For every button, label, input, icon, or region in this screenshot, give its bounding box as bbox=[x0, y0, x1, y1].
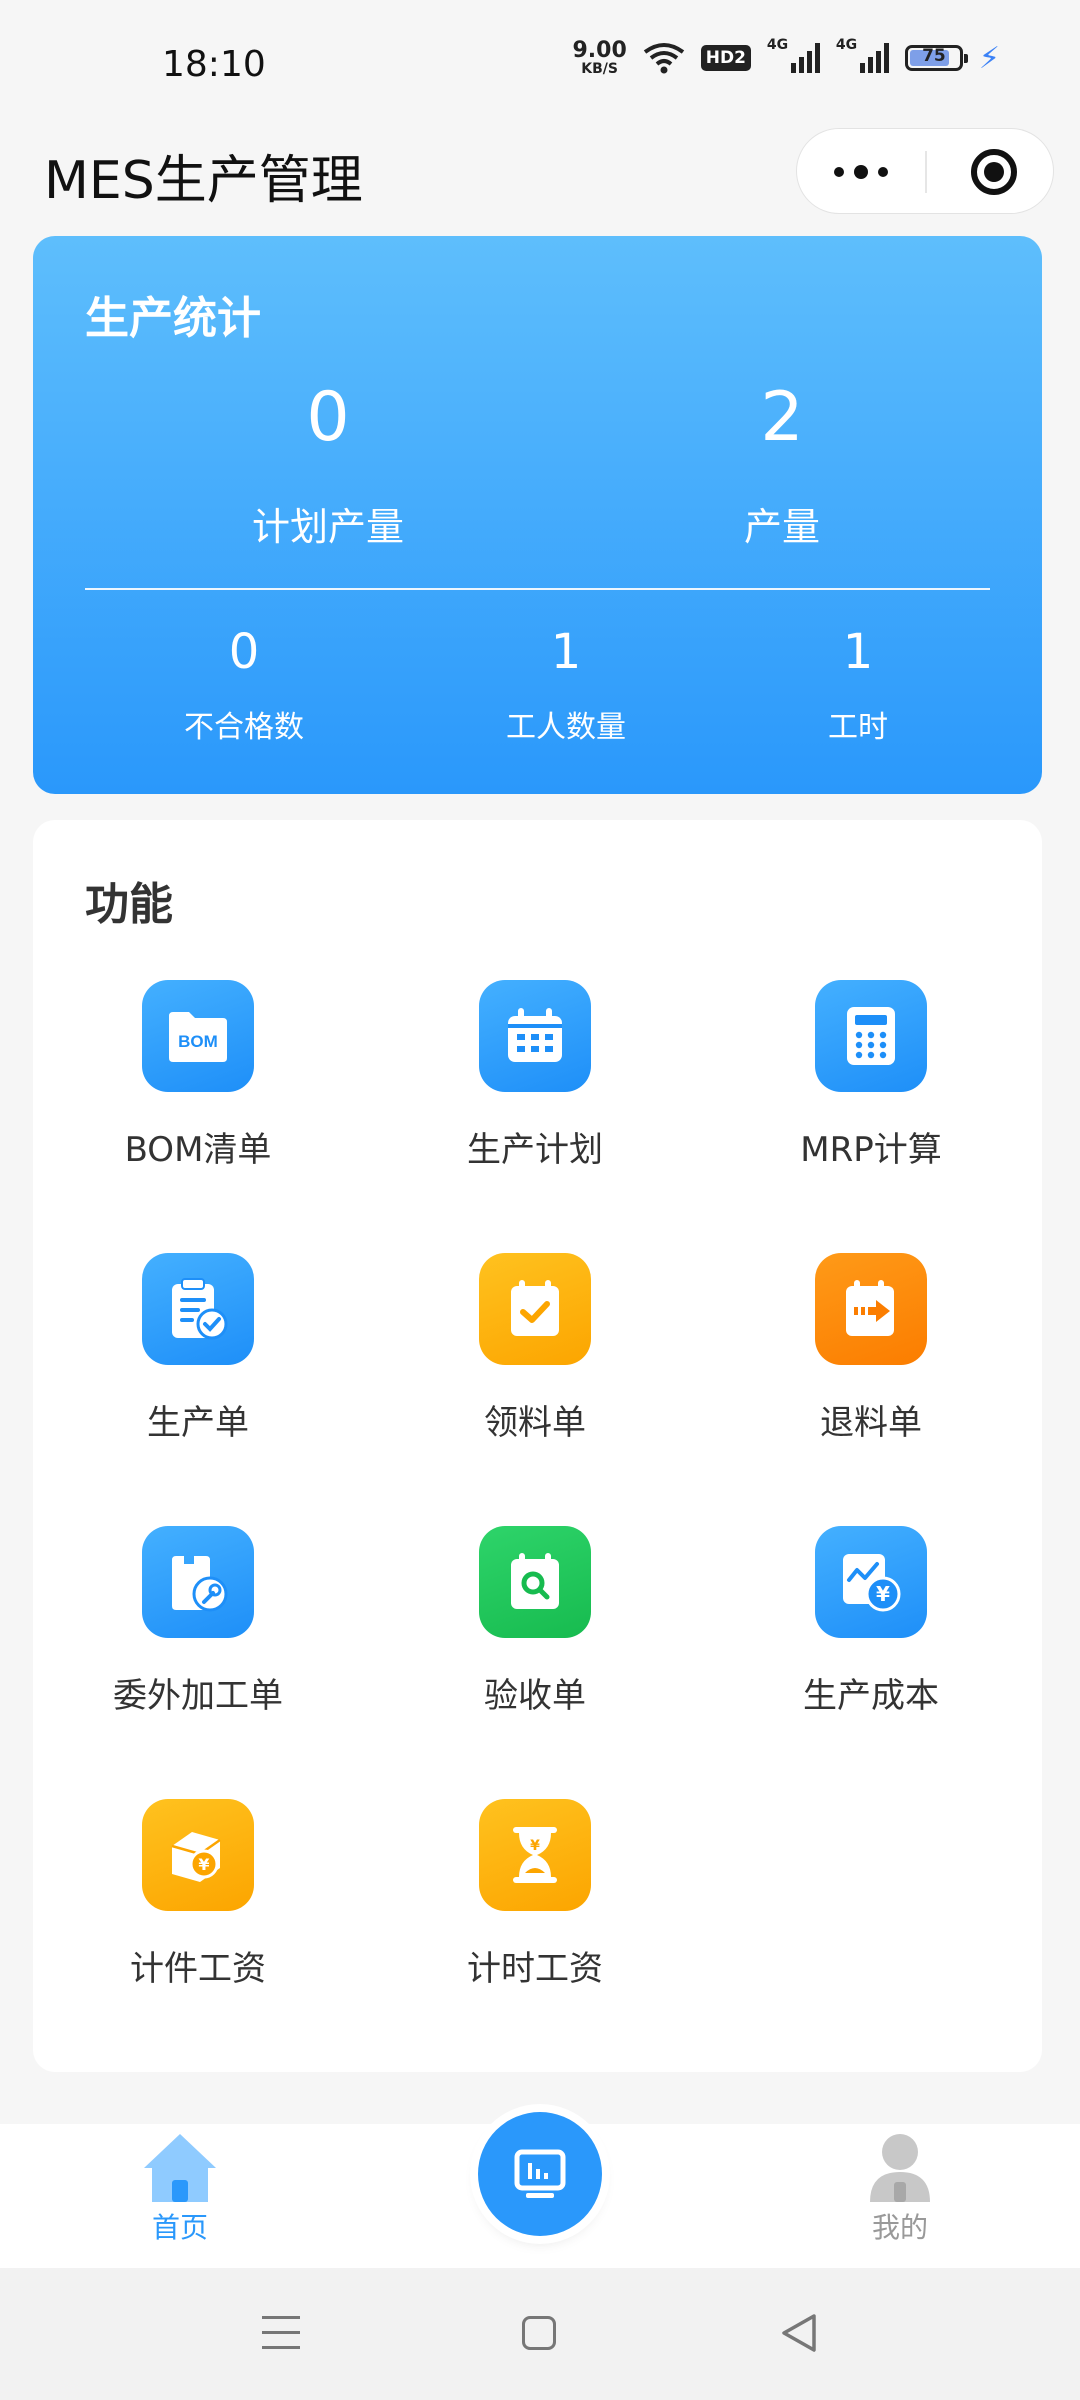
page-title: MES生产管理 bbox=[44, 151, 363, 211]
func-outsource-order[interactable]: 委外加工单 bbox=[48, 1526, 348, 1717]
tab-home-label: 首页 bbox=[151, 2211, 208, 2244]
tab-mine[interactable]: 我的 bbox=[800, 2132, 1000, 2246]
func-label: 生产计划 bbox=[467, 1130, 603, 1170]
stat-value: 2 bbox=[760, 378, 804, 457]
func-label: 委外加工单 bbox=[113, 1676, 283, 1716]
stat-value: 0 bbox=[306, 378, 350, 457]
charging-bolt-icon: ⚡ bbox=[978, 40, 1000, 76]
tab-home[interactable]: 首页 bbox=[80, 2132, 280, 2246]
stat-defects: 0 不合格数 bbox=[94, 628, 394, 746]
stat-label: 工人数量 bbox=[506, 710, 626, 745]
stat-label: 计划产量 bbox=[251, 505, 404, 549]
net-speed: 9.00 KB/S bbox=[572, 38, 627, 77]
func-mrp-calc[interactable]: MRP计算 bbox=[721, 980, 1021, 1171]
func-label: 计时工资 bbox=[467, 1949, 603, 1989]
svg-text:¥: ¥ bbox=[876, 1582, 890, 1606]
home-nav-button[interactable] bbox=[522, 2316, 556, 2350]
clipboard-check-icon bbox=[142, 1253, 254, 1365]
func-acceptance-order[interactable]: 验收单 bbox=[385, 1526, 685, 1717]
stat-workers: 1 工人数量 bbox=[416, 628, 716, 746]
piece-wage-box-icon: ¥ bbox=[142, 1799, 254, 1911]
outsource-wrench-icon bbox=[142, 1526, 254, 1638]
signal-icon-2: 4G bbox=[836, 37, 889, 73]
dashboard-monitor-icon bbox=[514, 2149, 566, 2198]
close-mini-program-button[interactable] bbox=[971, 149, 1017, 195]
recent-apps-button[interactable] bbox=[262, 2316, 300, 2361]
stat-value: 1 bbox=[550, 624, 582, 680]
func-hourly-wage[interactable]: ¥ 计时工资 bbox=[385, 1799, 685, 1990]
stats-title: 生产统计 bbox=[85, 293, 261, 344]
stat-output: 2 产量 bbox=[612, 384, 952, 551]
wifi-icon bbox=[643, 43, 684, 74]
hd-badge: HD2 bbox=[700, 45, 751, 71]
svg-text:BOM: BOM bbox=[178, 1032, 218, 1051]
status-time: 18:10 bbox=[162, 44, 266, 85]
func-label: 计件工资 bbox=[130, 1949, 266, 1989]
battery-level: 75 bbox=[922, 46, 946, 66]
more-options-button[interactable] bbox=[797, 129, 925, 215]
dot-icon bbox=[878, 167, 888, 177]
stat-label: 产量 bbox=[743, 505, 820, 549]
func-label: 生产单 bbox=[147, 1403, 249, 1443]
return-arrow-icon bbox=[815, 1253, 927, 1365]
tab-mine-label: 我的 bbox=[871, 2211, 928, 2244]
func-label: 领料单 bbox=[484, 1403, 586, 1443]
back-nav-button[interactable] bbox=[780, 2312, 818, 2354]
stat-value: 1 bbox=[842, 624, 874, 680]
func-label: 验收单 bbox=[484, 1676, 586, 1716]
stat-label: 工时 bbox=[828, 710, 888, 745]
stat-planned-output: 0 计划产量 bbox=[158, 384, 498, 551]
stat-value: 0 bbox=[228, 624, 260, 680]
production-stats-card: 生产统计 0 计划产量 2 产量 0 不合格数 1 工人数量 1 工时 bbox=[33, 236, 1042, 794]
func-production-plan[interactable]: 生产计划 bbox=[385, 980, 685, 1171]
stat-work-hours: 1 工时 bbox=[708, 628, 1008, 746]
stats-divider bbox=[85, 588, 990, 590]
status-icons: 9.00 KB/S HD2 4G 4G 75 ⚡ bbox=[572, 37, 1000, 77]
functions-title: 功能 bbox=[85, 879, 173, 930]
func-label: 退料单 bbox=[820, 1403, 922, 1443]
inspection-search-icon bbox=[479, 1526, 591, 1638]
signal-icon: 4G bbox=[767, 37, 820, 73]
status-bar: 18:10 9.00 KB/S HD2 4G 4G 75 ⚡ bbox=[0, 0, 1080, 125]
functions-card: 功能 BOM BOM清单 生产计划 MRP计算 生产单 领料单 退料单 委外加工… bbox=[33, 820, 1042, 2072]
user-icon bbox=[870, 2134, 930, 2202]
func-production-cost[interactable]: ¥ 生产成本 bbox=[721, 1526, 1021, 1717]
net-speed-value: 9.00 bbox=[572, 38, 627, 63]
func-production-order[interactable]: 生产单 bbox=[48, 1253, 348, 1444]
svg-text:¥: ¥ bbox=[530, 1838, 540, 1854]
func-label: MRP计算 bbox=[800, 1130, 942, 1170]
cost-chart-yen-icon: ¥ bbox=[815, 1526, 927, 1638]
system-nav-bar bbox=[0, 2268, 1080, 2400]
stat-label: 不合格数 bbox=[184, 710, 304, 745]
func-label: BOM清单 bbox=[124, 1130, 272, 1170]
calculator-icon bbox=[815, 980, 927, 1092]
dot-icon bbox=[854, 165, 868, 179]
net-speed-unit: KB/S bbox=[581, 61, 618, 77]
battery-icon: 75 bbox=[904, 45, 968, 71]
svg-text:¥: ¥ bbox=[198, 1855, 209, 1874]
checklist-icon bbox=[479, 1253, 591, 1365]
bom-folder-icon: BOM bbox=[142, 980, 254, 1092]
func-material-return[interactable]: 退料单 bbox=[721, 1253, 1021, 1444]
dashboard-center-button[interactable] bbox=[478, 2112, 602, 2236]
func-material-requisition[interactable]: 领料单 bbox=[385, 1253, 685, 1444]
func-label: 生产成本 bbox=[803, 1676, 939, 1716]
calendar-icon bbox=[479, 980, 591, 1092]
hourglass-wage-icon: ¥ bbox=[479, 1799, 591, 1911]
home-icon bbox=[144, 2134, 216, 2202]
func-bom-list[interactable]: BOM BOM清单 bbox=[48, 980, 348, 1171]
mini-program-capsule bbox=[796, 128, 1054, 214]
func-piece-wage[interactable]: ¥ 计件工资 bbox=[48, 1799, 348, 1990]
dot-icon bbox=[834, 167, 844, 177]
capsule-divider bbox=[925, 151, 927, 193]
